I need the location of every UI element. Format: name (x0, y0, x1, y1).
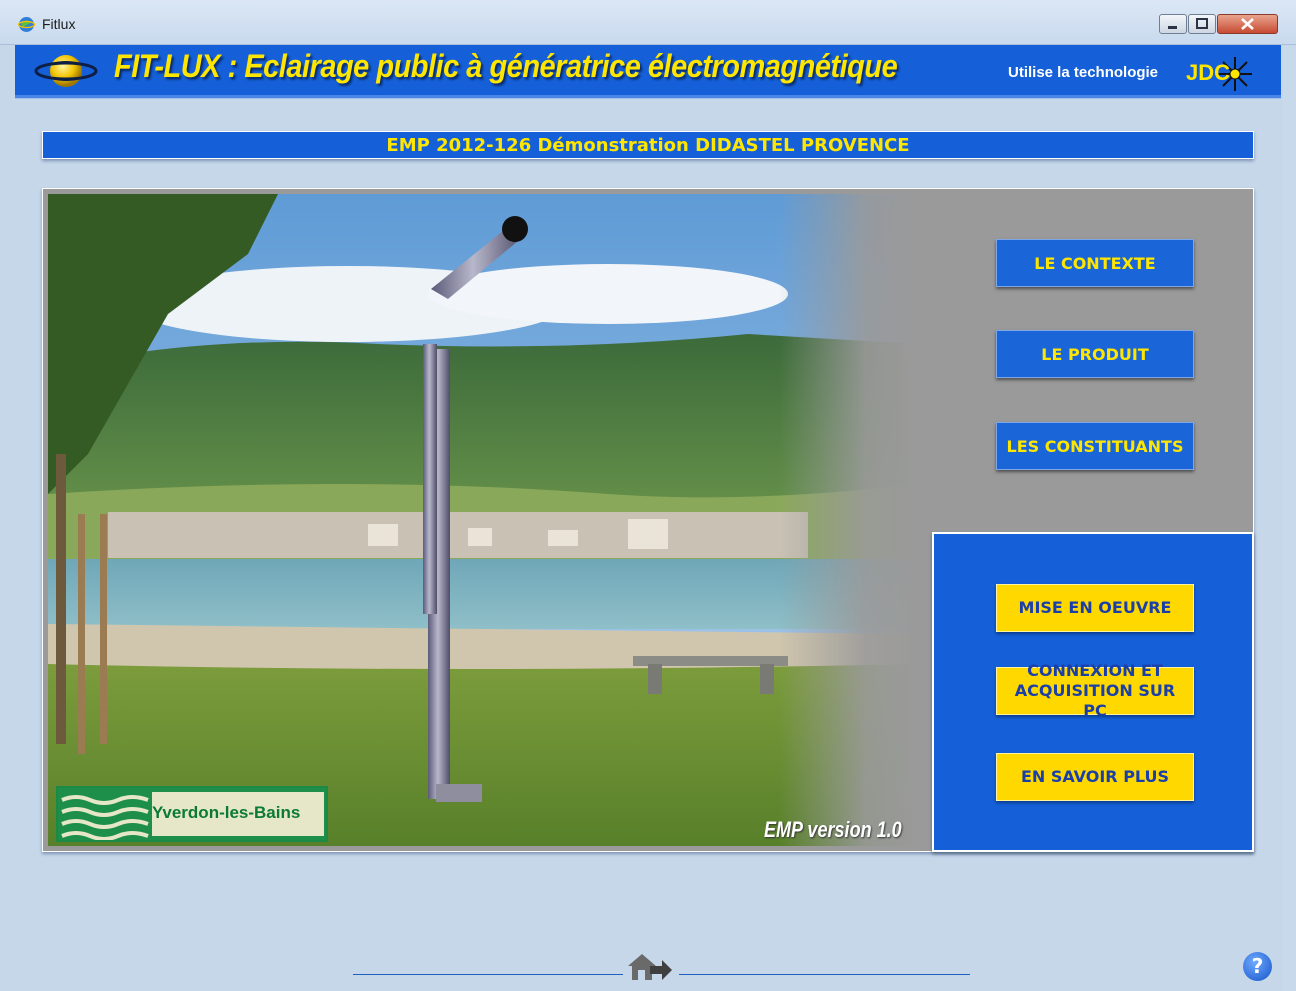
project-banner: EMP 2012-126 Démonstration DIDASTEL PROV… (42, 131, 1254, 159)
photo-fade-overlay (48, 194, 918, 846)
window-titlebar: Fitlux (0, 0, 1296, 45)
close-button[interactable] (1217, 14, 1278, 34)
app-globe-icon (18, 17, 35, 32)
footer-line-right (679, 974, 970, 975)
mise-en-oeuvre-button[interactable]: MISE EN OEUVRE (996, 584, 1194, 632)
jdc-logo-text: JDC (1186, 60, 1231, 85)
header-tech-label: Utilise la technologie (1008, 64, 1159, 81)
town-label: Yverdon-les-Bains (152, 803, 301, 822)
window-title: Fitlux (42, 16, 76, 32)
maximize-button[interactable] (1188, 14, 1216, 34)
constituants-button[interactable]: LES CONSTITUANTS (996, 422, 1194, 470)
version-label: EMP version 1.0 (764, 817, 902, 842)
close-icon (1241, 18, 1254, 30)
maximize-icon (1196, 18, 1208, 29)
help-button[interactable]: ? (1243, 952, 1272, 981)
window-right-border (1283, 46, 1296, 991)
contexte-button[interactable]: LE CONTEXTE (996, 239, 1194, 287)
fitlux-globe-logo (34, 55, 98, 87)
footer-line-left (353, 974, 623, 975)
minimize-button[interactable] (1159, 14, 1187, 34)
minimize-icon (1168, 26, 1177, 29)
en-savoir-plus-button[interactable]: EN SAVOIR PLUS (996, 753, 1194, 801)
waves-icon (61, 795, 149, 840)
produit-button[interactable]: LE PRODUIT (996, 330, 1194, 378)
header-title: FIT-LUX : Eclairage public à génératrice… (114, 49, 898, 85)
home-exit-icon[interactable] (626, 950, 672, 982)
connexion-acquisition-button[interactable]: CONNEXION ET ACQUISITION SUR PC (996, 661, 1194, 720)
